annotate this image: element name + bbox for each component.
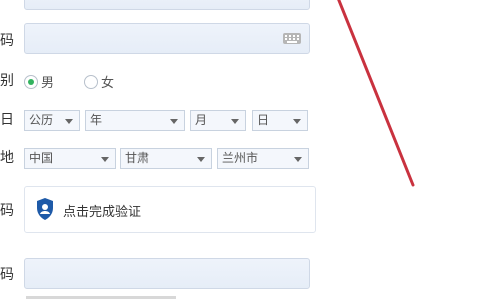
annotation-line (337, 0, 415, 187)
